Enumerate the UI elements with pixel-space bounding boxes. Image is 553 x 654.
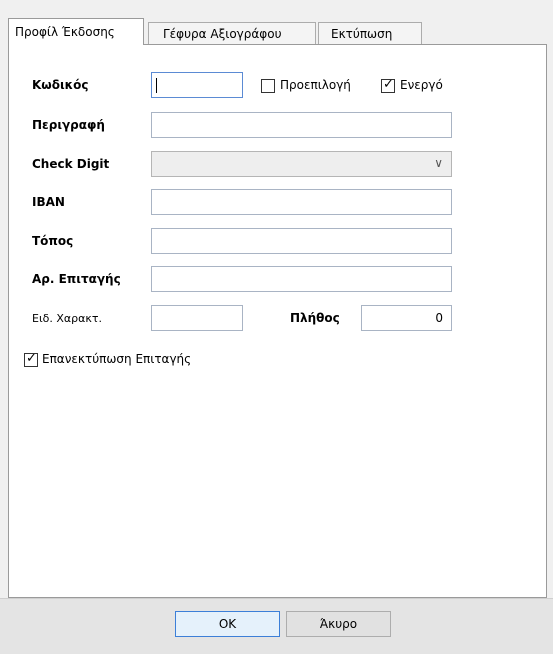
dialog: Προφίλ Έκδοσης Γέφυρα Αξιογράφου Εκτύπωσ… [0, 0, 553, 654]
check-digit-label: Check Digit [32, 157, 110, 171]
quantity-input[interactable]: 0 [361, 305, 452, 331]
iban-input[interactable] [151, 189, 452, 215]
tab-print[interactable]: Εκτύπωση [318, 22, 422, 44]
cheque-number-label: Αρ. Επιταγής [32, 272, 121, 286]
code-label: Κωδικός [32, 78, 89, 92]
tab-profile-label: Προφίλ Έκδοσης [15, 25, 115, 39]
iban-label: IBAN [32, 195, 65, 209]
quantity-value: 0 [435, 311, 443, 325]
tab-print-label: Εκτύπωση [331, 27, 393, 41]
chevron-down-icon: ∨ [434, 156, 443, 170]
special-char-label: Ειδ. Χαρακτ. [32, 312, 103, 325]
reprint-checkbox[interactable]: ✓ [24, 351, 38, 367]
tab-bridge[interactable]: Γέφυρα Αξιογράφου [148, 22, 316, 44]
tab-strip: Προφίλ Έκδοσης Γέφυρα Αξιογράφου Εκτύπωσ… [8, 18, 548, 45]
place-input[interactable] [151, 228, 452, 254]
ok-button[interactable]: OK [175, 611, 280, 637]
default-label: Προεπιλογή [280, 78, 351, 92]
tab-profile[interactable]: Προφίλ Έκδοσης [8, 18, 144, 45]
check-icon: ✓ [383, 77, 394, 92]
text-caret [156, 78, 157, 93]
code-input[interactable] [151, 72, 243, 98]
default-checkbox[interactable] [261, 79, 275, 93]
cancel-button[interactable]: Άκυρο [286, 611, 391, 637]
description-input[interactable] [151, 112, 452, 138]
button-bar: OK Άκυρο [0, 598, 553, 654]
description-label: Περιγραφή [32, 118, 105, 132]
tab-panel: Κωδικός Προεπιλογή ✓ Ενεργό Περιγραφή Ch… [8, 44, 547, 598]
active-checkbox[interactable]: ✓ [381, 77, 395, 93]
place-label: Τόπος [32, 234, 74, 248]
special-char-input[interactable] [151, 305, 243, 331]
quantity-label: Πλήθος [290, 311, 340, 325]
cheque-number-input[interactable] [151, 266, 452, 292]
check-digit-select[interactable]: ∨ [151, 151, 452, 177]
reprint-label: Επανεκτύπωση Επιταγής [42, 352, 192, 366]
check-icon: ✓ [26, 351, 37, 366]
active-label: Ενεργό [400, 78, 443, 92]
tab-bridge-label: Γέφυρα Αξιογράφου [163, 27, 282, 41]
